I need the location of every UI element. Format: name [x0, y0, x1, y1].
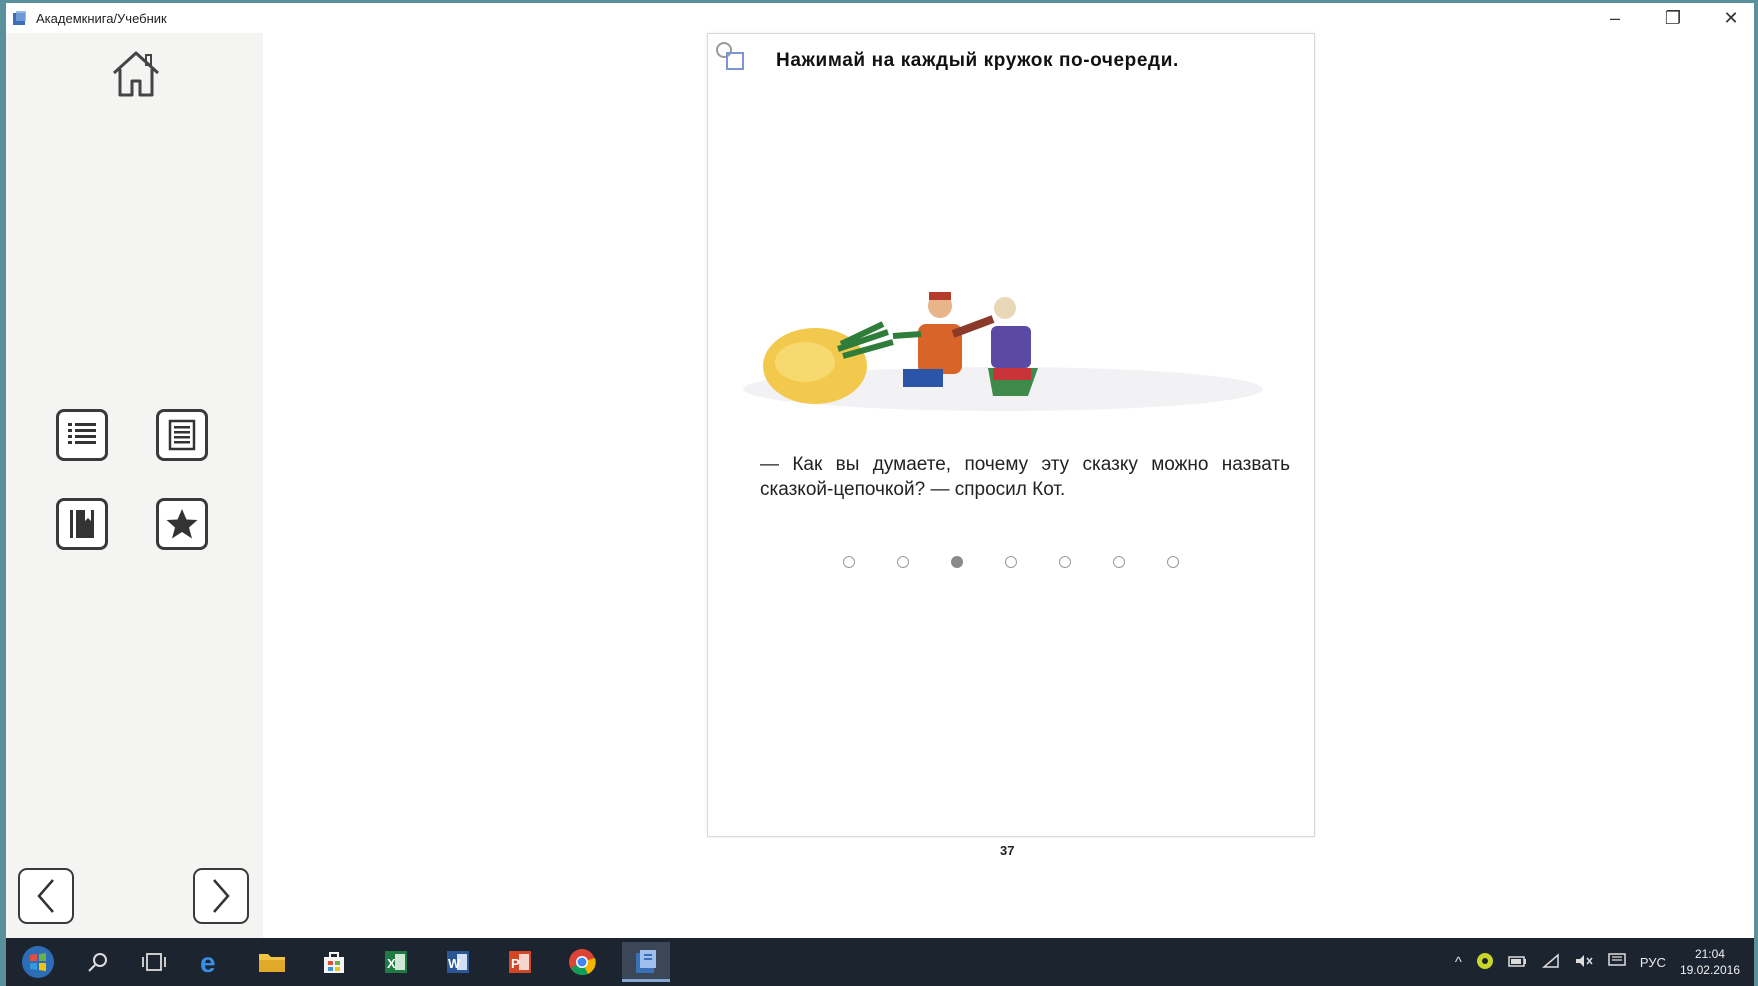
previous-page-button[interactable] — [18, 868, 74, 924]
word-icon: W — [447, 951, 469, 973]
notifications-icon[interactable] — [1608, 952, 1626, 972]
table-of-contents-button[interactable] — [56, 409, 108, 461]
list-icon — [68, 423, 96, 444]
pagination-dot[interactable] — [951, 556, 963, 568]
excel-taskbar-button[interactable]: X — [372, 942, 420, 982]
pagination-dot[interactable] — [1005, 556, 1017, 568]
akademkniga-taskbar-button[interactable] — [622, 942, 670, 982]
close-button[interactable]: ✕ — [1708, 3, 1754, 33]
star-icon — [166, 509, 198, 539]
window-frame-right — [1754, 0, 1758, 986]
app-icon — [12, 10, 28, 26]
clock-date: 19.02.2016 — [1679, 963, 1740, 977]
network-icon[interactable] — [1541, 952, 1560, 972]
svg-text:P: P — [511, 956, 520, 971]
favorites-button[interactable] — [156, 498, 208, 550]
pagination-dot[interactable] — [1113, 556, 1125, 568]
pagination-dot[interactable] — [897, 556, 909, 568]
volume-icon[interactable] — [1574, 953, 1594, 972]
title-bar: Академкнига/Учебник – ❐ ✕ — [6, 3, 1754, 33]
search-button[interactable] — [74, 942, 122, 982]
pagination-dot[interactable] — [843, 556, 855, 568]
svg-text:W: W — [448, 956, 461, 971]
folder-icon — [259, 954, 285, 972]
word-taskbar-button[interactable]: W — [434, 942, 482, 982]
page-number: 37 — [1000, 843, 1015, 858]
clock[interactable]: 21:04 19.02.2016 — [1680, 946, 1740, 978]
start-button[interactable] — [14, 942, 62, 982]
home-button[interactable] — [106, 45, 166, 101]
excel-icon: X — [385, 951, 407, 973]
battery-icon[interactable] — [1508, 954, 1528, 971]
page-overlay-icon[interactable] — [714, 40, 750, 76]
windows-orb-icon — [22, 946, 54, 978]
chevron-up-icon[interactable]: ^ — [1455, 954, 1462, 971]
chevron-left-icon — [37, 879, 54, 913]
store-taskbar-button[interactable] — [310, 942, 358, 982]
edge-taskbar-button[interactable]: e — [186, 942, 234, 982]
chevron-right-icon — [213, 879, 230, 913]
instruction-text: Нажимай на каждый кружок по-очереди. — [776, 50, 1179, 71]
akademkniga-icon — [636, 949, 656, 973]
taskbar: e X W P ^ РУС 21:04 19.02.2016 — [6, 938, 1754, 986]
powerpoint-icon: P — [509, 951, 531, 973]
book-icon — [70, 510, 94, 538]
home-icon — [112, 51, 160, 97]
search-icon — [88, 953, 107, 972]
language-indicator[interactable]: РУС — [1640, 955, 1666, 970]
minimize-button[interactable]: – — [1592, 3, 1638, 33]
system-tray: ^ РУС 21:04 19.02.2016 — [1455, 938, 1740, 986]
bookmarks-button[interactable] — [56, 498, 108, 550]
task-view-button[interactable] — [130, 942, 178, 982]
story-text: — Как вы думаете, почему эту сказку можн… — [760, 454, 1290, 500]
restore-button[interactable]: ❐ — [1650, 3, 1696, 33]
chrome-icon — [569, 949, 596, 976]
window-title: Академкнига/Учебник — [36, 11, 167, 26]
next-page-button[interactable] — [193, 868, 249, 924]
edge-icon: e — [200, 947, 216, 977]
svg-text:X: X — [387, 956, 396, 971]
clock-time: 21:04 — [1694, 947, 1725, 961]
pagination-dots — [843, 556, 1179, 574]
book-page: Нажимай на каждый кружок по-очереди. — К… — [707, 33, 1315, 837]
pagination-dot[interactable] — [1167, 556, 1179, 568]
task-view-icon — [142, 953, 166, 971]
sidebar — [6, 33, 263, 938]
pagination-dot[interactable] — [1059, 556, 1071, 568]
chrome-taskbar-button[interactable] — [558, 942, 606, 982]
document-icon — [168, 419, 196, 451]
svg-text:e: e — [200, 947, 216, 977]
file-explorer-taskbar-button[interactable] — [248, 942, 296, 982]
powerpoint-taskbar-button[interactable]: P — [496, 942, 544, 982]
page-view-button[interactable] — [156, 409, 208, 461]
status-app-icon[interactable] — [1476, 952, 1494, 973]
store-icon — [324, 952, 344, 973]
story-illustration — [743, 264, 1263, 429]
